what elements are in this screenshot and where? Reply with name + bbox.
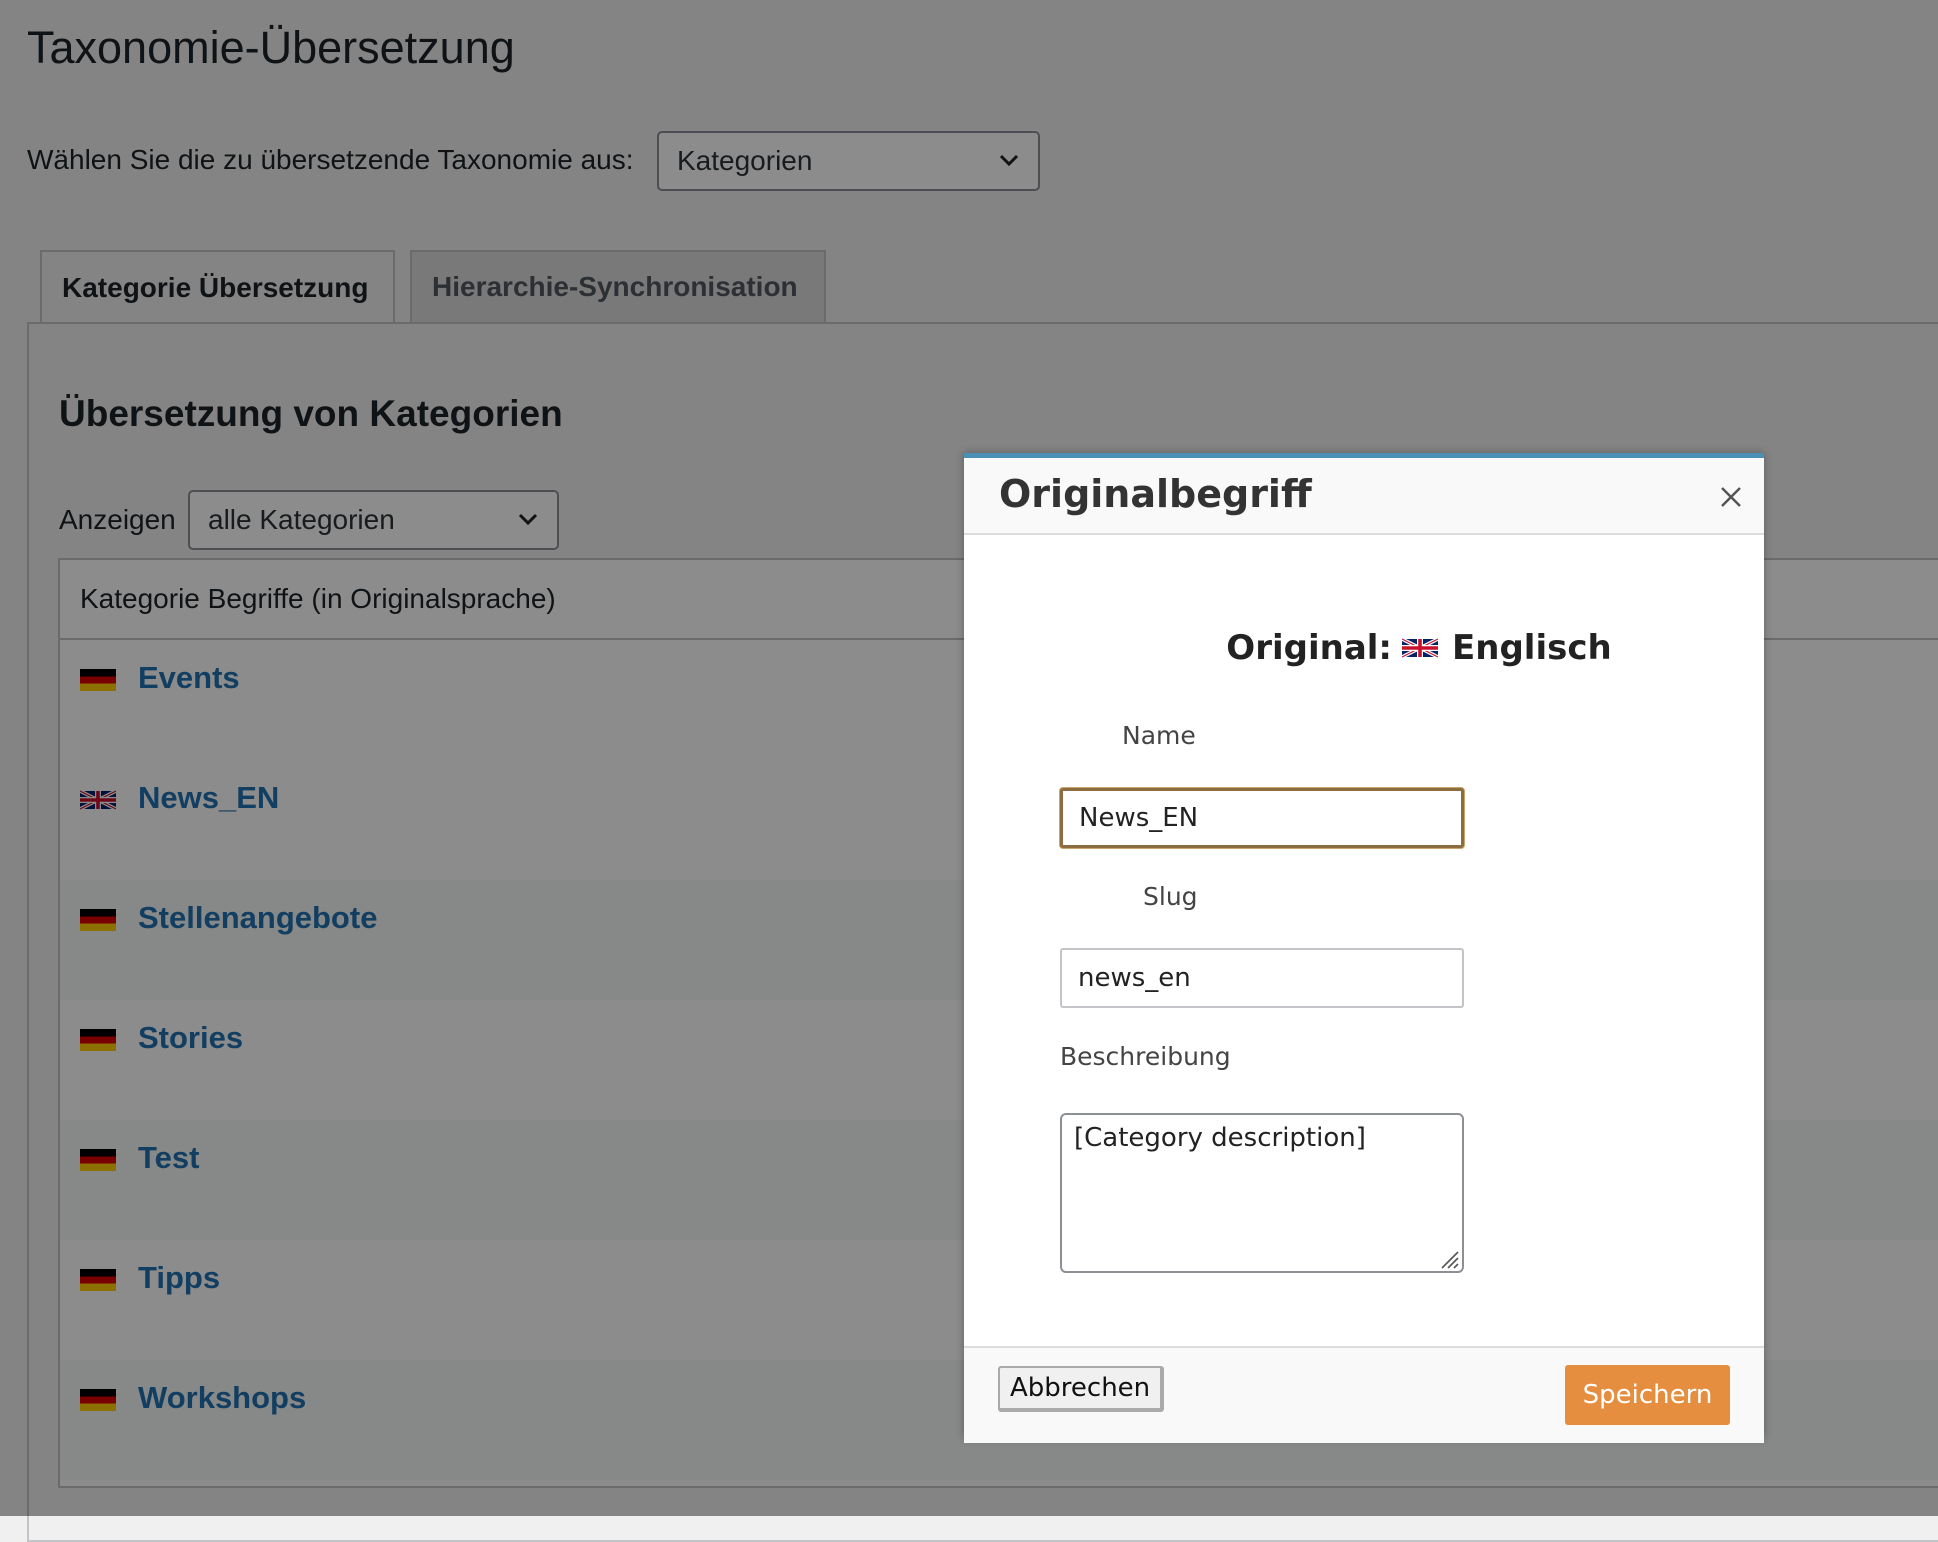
description-label: Beschreibung bbox=[1060, 1042, 1231, 1071]
original-prefix: Original: bbox=[1226, 628, 1393, 668]
save-button[interactable]: Speichern bbox=[1565, 1365, 1730, 1425]
resize-grip-icon[interactable] bbox=[1436, 1246, 1460, 1270]
original-language-line: Original: Englisch bbox=[964, 628, 1764, 668]
close-icon[interactable] bbox=[1714, 480, 1748, 514]
dialog-footer: Abbrechen Speichern bbox=[964, 1346, 1764, 1443]
dialog-title: Originalbegriff bbox=[999, 472, 1312, 516]
original-term-dialog: Originalbegriff Original: Englisch Name … bbox=[964, 453, 1764, 1443]
cancel-button[interactable]: Abbrechen bbox=[998, 1366, 1165, 1412]
dialog-header: Originalbegriff bbox=[964, 458, 1764, 535]
flag-uk-icon bbox=[1402, 637, 1439, 659]
original-language: Englisch bbox=[1452, 628, 1612, 668]
slug-label: Slug bbox=[1143, 882, 1198, 911]
description-textarea[interactable]: [Category description] bbox=[1060, 1113, 1464, 1273]
name-input[interactable] bbox=[1060, 788, 1464, 848]
slug-input[interactable] bbox=[1060, 948, 1464, 1008]
name-label: Name bbox=[1122, 721, 1196, 750]
